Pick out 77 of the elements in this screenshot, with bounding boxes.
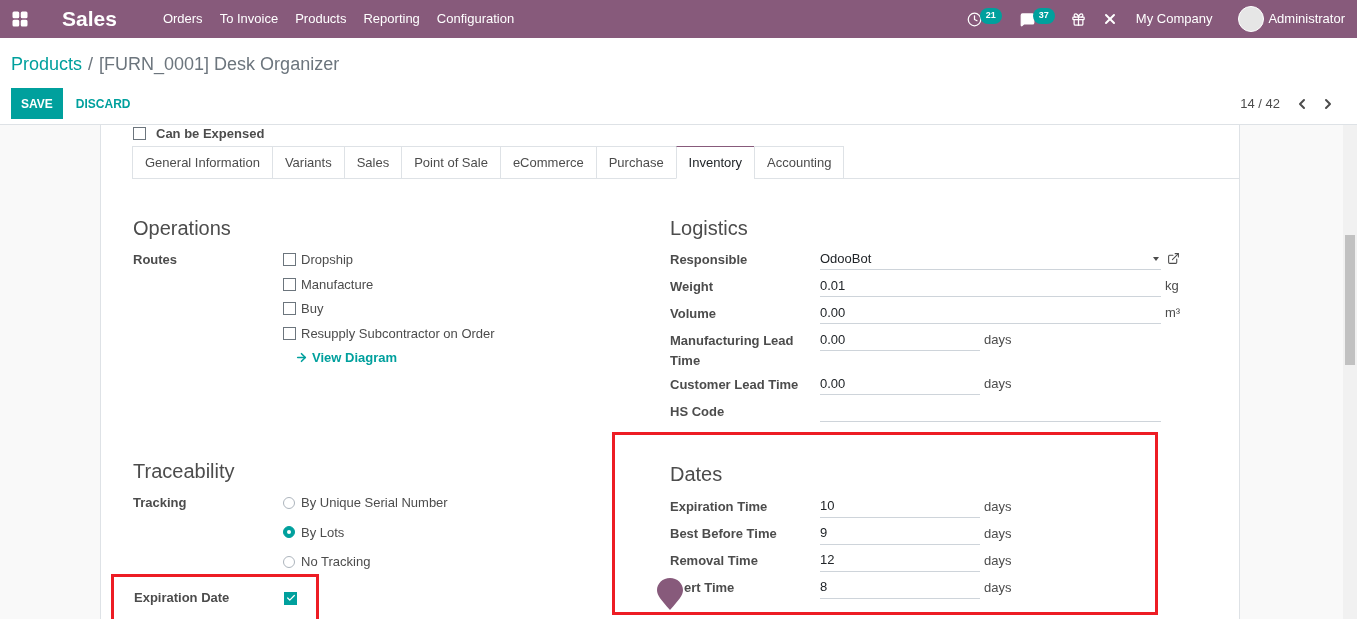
arrow-icon <box>295 351 308 365</box>
unit-label: days <box>984 551 1012 570</box>
tab[interactable]: Accounting <box>754 146 845 179</box>
field-label: Manufacturing Lead Time <box>670 332 795 370</box>
checkbox-label: Manufacture <box>301 275 374 294</box>
field-label: Responsible <box>670 251 749 269</box>
menu-link[interactable]: Products <box>295 9 347 29</box>
dropdown-caret-icon <box>1153 256 1159 261</box>
radio-button[interactable] <box>283 526 295 539</box>
field-label: Customer Lead Time <box>670 376 800 394</box>
field-label: Best Before Time <box>670 524 777 543</box>
input-field[interactable]: 0.00 <box>820 302 1161 324</box>
field-label: Expiration Time <box>670 497 768 516</box>
breadcrumb-current: [FURN_0001] Desk Organizer <box>99 53 340 77</box>
input-field[interactable]: 0.01 <box>820 275 1161 297</box>
company-switcher[interactable]: My Company <box>1135 9 1213 29</box>
checkbox[interactable] <box>283 326 296 340</box>
gift-icon[interactable] <box>1070 11 1086 27</box>
scrollbar-thumb[interactable] <box>1345 235 1355 365</box>
tab[interactable]: General Information <box>132 146 273 179</box>
checkbox[interactable] <box>284 591 297 605</box>
field-label: Removal Time <box>670 551 758 570</box>
section-title: Operations <box>133 216 232 241</box>
field-label: Weight <box>670 278 715 296</box>
section-title: Logistics <box>670 216 749 241</box>
checkbox-label: Resupply Subcontractor on Order <box>301 324 495 343</box>
input-field[interactable]: 8 <box>820 576 980 599</box>
menu-link[interactable]: Configuration <box>436 9 515 29</box>
checkbox-label: Dropship <box>301 251 354 269</box>
radio-button[interactable] <box>283 555 295 568</box>
field-label: Tracking <box>133 494 188 512</box>
user-menu[interactable]: Administrator <box>1268 9 1345 29</box>
unit-label: days <box>984 497 1012 516</box>
radio-label: No Tracking <box>301 553 371 571</box>
radio-button[interactable] <box>283 496 295 509</box>
unit-label: days <box>984 375 1012 393</box>
radio-label: By Unique Serial Number <box>301 494 448 512</box>
input-field[interactable]: 9 <box>820 522 980 545</box>
radio-label: By Lots <box>301 523 345 542</box>
input-field[interactable]: 0.00 <box>820 329 980 351</box>
input-field[interactable]: 10 <box>820 495 980 518</box>
field-label: Routes <box>133 251 179 269</box>
field-label: HS Code <box>670 403 726 421</box>
menu-link[interactable]: Reporting <box>363 9 420 29</box>
count-badge: 21 <box>979 8 1002 24</box>
field-label: ert Time <box>684 578 735 597</box>
checkbox-label: Can be Expensed <box>156 126 265 140</box>
menu-link[interactable]: Orders <box>162 9 203 29</box>
unit-label: m³ <box>1165 304 1181 322</box>
input-field[interactable]: 0.00 <box>820 373 980 395</box>
checkbox[interactable] <box>283 253 296 267</box>
unit-label: days <box>984 331 1012 349</box>
check-icon <box>285 593 296 603</box>
field-label: Volume <box>670 305 717 323</box>
count-badge: 37 <box>1032 8 1055 24</box>
checkbox-label: Buy <box>301 300 324 318</box>
user-avatar[interactable] <box>1238 6 1265 32</box>
external-link-icon[interactable] <box>1167 252 1180 265</box>
section-title: Dates <box>670 462 724 487</box>
activity-icon[interactable] <box>966 11 982 27</box>
field-label: Expiration Date <box>134 589 231 608</box>
breadcrumb-separator: / <box>88 53 94 76</box>
unit-label: days <box>984 524 1012 543</box>
tab[interactable]: Inventory <box>675 146 756 179</box>
checkbox[interactable] <box>283 277 296 291</box>
menu-link[interactable]: To Invoice <box>219 9 279 29</box>
chat-icon[interactable] <box>1019 11 1035 27</box>
pager-value: 14 / 42 <box>1240 94 1280 113</box>
app-title: Sales <box>62 6 117 33</box>
section-title: Traceability <box>133 459 236 484</box>
checkbox[interactable] <box>283 302 296 316</box>
select-field[interactable]: OdooBot <box>820 248 1161 270</box>
unit-label: kg <box>1165 277 1179 295</box>
apps-menu-icon[interactable] <box>11 10 29 28</box>
checkbox[interactable] <box>133 126 146 140</box>
unit-label: days <box>984 578 1012 597</box>
input-field[interactable]: 12 <box>820 549 980 572</box>
